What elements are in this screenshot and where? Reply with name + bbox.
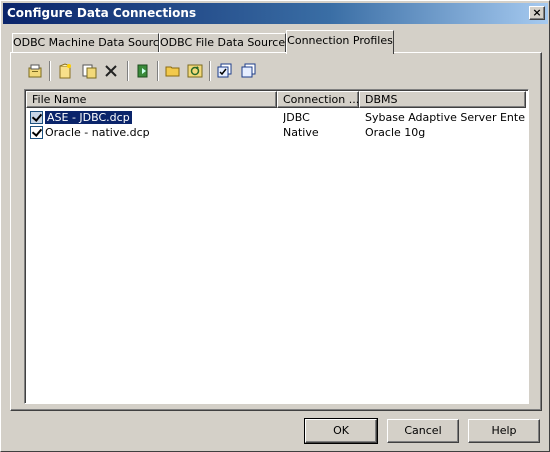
refresh-button[interactable] [185, 61, 205, 81]
dbms-cell: Oracle 10g [365, 126, 426, 139]
ok-button[interactable]: OK [304, 418, 378, 444]
tab-label: ODBC Machine Data Sources [13, 36, 172, 49]
file-name-cell: Oracle - native.dcp [45, 126, 150, 139]
title-bar[interactable]: Configure Data Connections × [3, 3, 548, 24]
row-checkbox[interactable] [30, 126, 43, 139]
test-connection-icon [137, 64, 148, 78]
refresh-icon [187, 64, 203, 78]
delete-button[interactable] [101, 61, 121, 81]
open-folder-icon [165, 66, 180, 77]
toolbar-separator [209, 61, 211, 81]
tab-odbc-file-data-sources[interactable]: ODBC File Data Sources [159, 33, 291, 53]
help-button[interactable]: Help [468, 419, 540, 443]
table-row[interactable]: ASE - JDBC.dcp JDBC Sybase Adaptive Serv… [27, 110, 527, 125]
tab-odbc-machine-data-sources[interactable]: ODBC Machine Data Sources [12, 33, 171, 53]
deselect-all-icon [241, 63, 256, 78]
cancel-button[interactable]: Cancel [387, 419, 459, 443]
table-row[interactable]: Oracle - native.dcp Native Oracle 10g [27, 125, 527, 140]
tab-label: Connection Profiles [287, 34, 393, 47]
row-checkbox[interactable] [30, 111, 43, 124]
dialog-window: Configure Data Connections × ODBC Machin… [0, 0, 550, 452]
delete-icon [105, 65, 117, 77]
close-button[interactable]: × [529, 6, 545, 20]
file-name-cell: ASE - JDBC.dcp [45, 110, 132, 125]
copy-icon [82, 64, 97, 79]
close-icon: × [532, 6, 542, 19]
column-header-dbms[interactable]: DBMS [359, 91, 526, 108]
properties-icon [28, 64, 42, 78]
dbms-cell: Sybase Adaptive Server Enter... [365, 111, 525, 124]
open-folder-button[interactable] [163, 61, 183, 81]
column-header-connection[interactable]: Connection ... [277, 91, 359, 108]
test-connection-button[interactable] [133, 61, 153, 81]
select-all-button[interactable] [215, 61, 235, 81]
toolbar-separator [157, 61, 159, 81]
copy-button[interactable] [79, 61, 99, 81]
column-header-label: Connection ... [283, 93, 359, 106]
deselect-all-button[interactable] [239, 61, 259, 81]
connection-cell: JDBC [283, 111, 310, 124]
column-header-label: File Name [32, 93, 87, 106]
new-button[interactable] [55, 61, 75, 81]
properties-button[interactable] [25, 61, 45, 81]
window-title: Configure Data Connections [7, 6, 197, 20]
tab-label: ODBC File Data Sources [160, 36, 291, 49]
toolbar-separator [49, 61, 51, 81]
tab-connection-profiles[interactable]: Connection Profiles [286, 30, 394, 54]
connection-profiles-list[interactable]: File Name Connection ... DBMS ASE - JDBC… [24, 89, 529, 404]
toolbar-separator [127, 61, 129, 81]
connection-cell: Native [283, 126, 319, 139]
column-header-label: DBMS [365, 93, 398, 106]
column-header-file-name[interactable]: File Name [26, 91, 277, 108]
select-all-icon [217, 63, 232, 78]
new-icon [59, 63, 71, 79]
